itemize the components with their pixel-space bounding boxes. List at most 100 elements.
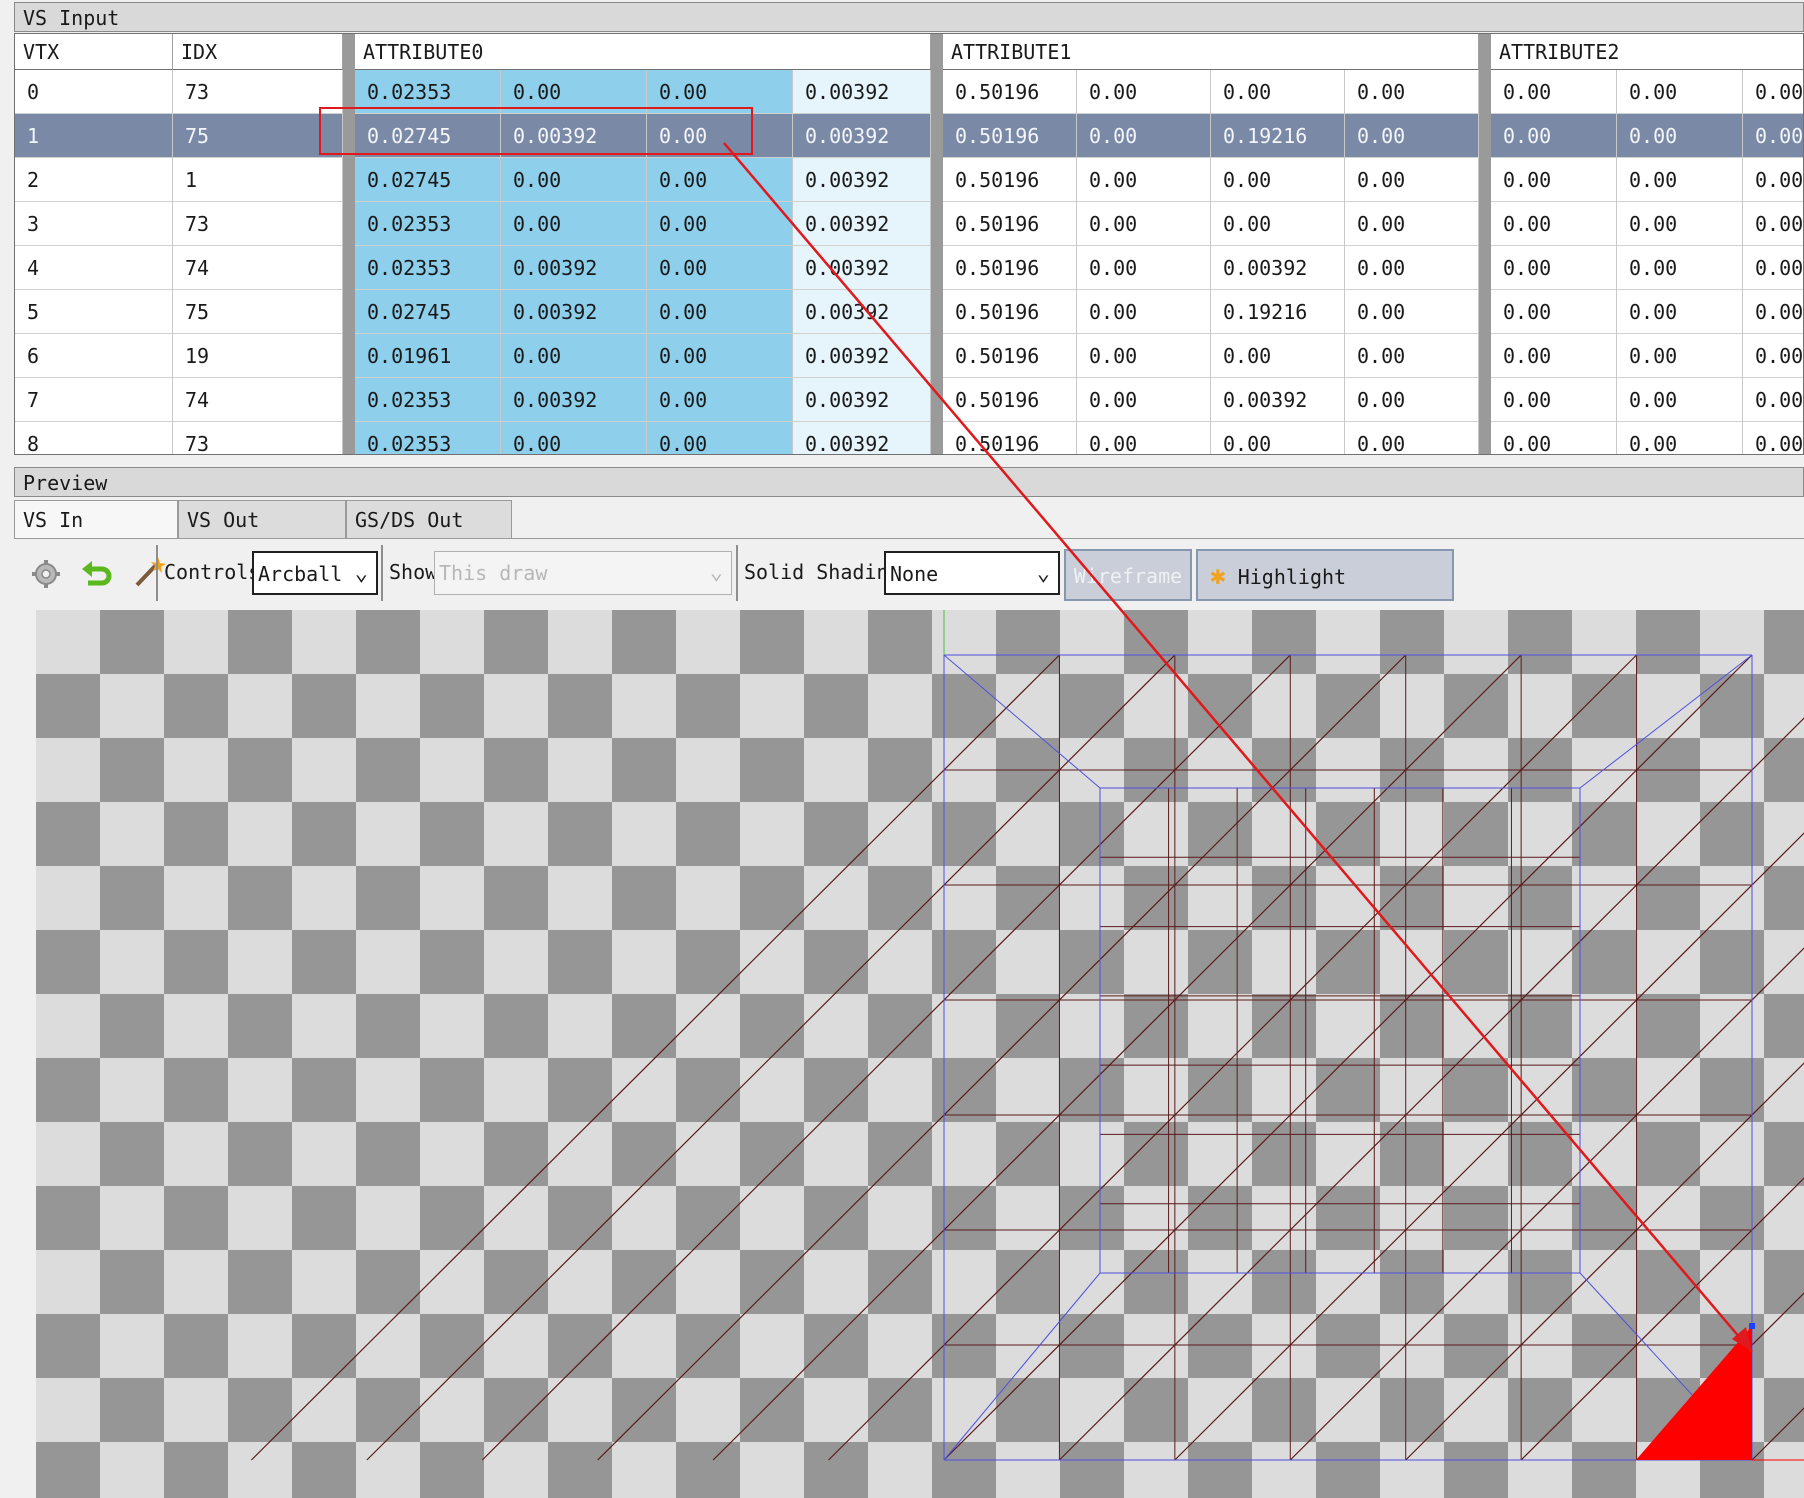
reset-view-icon[interactable] [80,557,114,589]
table-cell[interactable]: 73 [173,70,343,114]
table-cell[interactable]: 74 [173,378,343,422]
table-cell[interactable]: 0.00 [647,334,793,378]
table-cell[interactable]: 0.00 [1491,334,1617,378]
table-row[interactable]: 4 74 0.02353 0.00392 0.00 0.00392 0.50196 0.00 0… [15,246,1803,290]
table-cell[interactable]: 0.00 [501,334,647,378]
table-cell[interactable]: 0.00 [1077,290,1211,334]
vs-input-grid[interactable]: VTX IDX ATTRIBUTE0 ATTRIBUTE1 ATTRIBUTE2 0 73 0… [14,33,1804,455]
table-cell[interactable]: 6 [15,334,173,378]
table-cell[interactable]: 0.00 [501,422,647,454]
table-cell[interactable]: 0.00 [1743,70,1803,114]
table-cell[interactable]: 0.00392 [793,422,931,454]
table-cell[interactable]: 0.00 [1345,246,1479,290]
tab-vs-in[interactable]: VS In [14,500,178,540]
table-cell[interactable]: 0.00 [1491,158,1617,202]
table-cell[interactable]: 0.00 [1743,290,1803,334]
table-cell[interactable]: 5 [15,290,173,334]
table-cell[interactable]: 0.00392 [793,70,931,114]
table-cell[interactable]: 0.00392 [501,114,647,158]
table-cell[interactable]: 8 [15,422,173,454]
table-cell[interactable]: 0.00 [501,202,647,246]
table-cell[interactable]: 0.00 [1617,334,1743,378]
table-cell[interactable]: 0.00 [647,378,793,422]
table-cell[interactable]: 1 [15,114,173,158]
table-cell[interactable]: 0.00 [1743,202,1803,246]
table-cell[interactable]: 0.00 [501,158,647,202]
wireframe-button[interactable]: Wireframe [1064,549,1192,601]
table-cell[interactable]: 0.50196 [943,158,1077,202]
table-row[interactable]: 7 74 0.02353 0.00392 0.00 0.00392 0.50196 0.00 0… [15,378,1803,422]
table-cell[interactable]: 0.00 [647,202,793,246]
column-header-attr0[interactable]: ATTRIBUTE0 [355,34,931,70]
controls-select[interactable]: Arcball ⌄ [252,551,378,595]
table-cell[interactable]: 0.50196 [943,422,1077,454]
table-cell[interactable]: 0.00 [1617,70,1743,114]
table-cell[interactable]: 0 [15,70,173,114]
table-cell[interactable]: 0.00 [647,114,793,158]
table-cell[interactable]: 0.00 [1491,70,1617,114]
table-cell[interactable]: 0.02745 [355,290,501,334]
table-cell[interactable]: 0.00392 [501,378,647,422]
table-cell[interactable]: 0.00392 [793,158,931,202]
table-cell[interactable]: 0.00 [1077,114,1211,158]
table-cell[interactable]: 0.00 [1077,202,1211,246]
table-cell[interactable]: 0.02353 [355,422,501,454]
table-cell[interactable]: 0.00 [1617,114,1743,158]
table-row[interactable]: 8 73 0.02353 0.00 0.00 0.00392 0.50196 0.00 0.00… [15,422,1803,454]
table-cell[interactable]: 0.50196 [943,114,1077,158]
preview-viewport[interactable] [36,610,1804,1498]
column-header-attr1[interactable]: ATTRIBUTE1 [943,34,1479,70]
table-cell[interactable]: 0.00392 [793,378,931,422]
table-cell[interactable]: 19 [173,334,343,378]
column-header-vtx[interactable]: VTX [15,34,173,70]
table-cell[interactable]: 0.00 [1345,202,1479,246]
table-cell[interactable]: 0.01961 [355,334,501,378]
tab-vs-out[interactable]: VS Out [178,500,346,538]
table-cell[interactable]: 0.00 [1617,246,1743,290]
table-cell[interactable]: 0.00 [1077,70,1211,114]
table-cell[interactable]: 0.00 [647,158,793,202]
table-row[interactable]: 5 75 0.02745 0.00392 0.00 0.00392 0.50196 0.00 0… [15,290,1803,334]
table-cell[interactable]: 0.00 [1345,70,1479,114]
table-cell[interactable]: 0.00 [647,70,793,114]
table-cell[interactable]: 0.00 [1617,290,1743,334]
table-cell[interactable]: 75 [173,114,343,158]
table-cell[interactable]: 0.00 [1617,378,1743,422]
highlight-vertices-button[interactable]: ✱ Highlight Vertices [1196,549,1454,639]
table-cell[interactable]: 0.02353 [355,202,501,246]
gear-icon[interactable] [30,559,62,589]
table-cell[interactable]: 74 [173,246,343,290]
table-row[interactable]: 3 73 0.02353 0.00 0.00 0.00392 0.50196 0.00 0.00… [15,202,1803,246]
table-cell[interactable]: 0.02745 [355,158,501,202]
table-cell[interactable]: 0.00 [1743,422,1803,454]
table-cell[interactable]: 0.00392 [1211,246,1345,290]
table-cell[interactable]: 0.00 [1491,202,1617,246]
table-cell[interactable]: 0.00392 [793,246,931,290]
table-cell[interactable]: 0.00 [1077,334,1211,378]
table-cell[interactable]: 0.00 [1743,334,1803,378]
table-cell[interactable]: 1 [173,158,343,202]
table-cell[interactable]: 0.02745 [355,114,501,158]
table-cell[interactable]: 0.19216 [1211,290,1345,334]
table-cell[interactable]: 0.00 [1743,246,1803,290]
table-cell[interactable]: 0.00 [1345,334,1479,378]
table-cell[interactable]: 0.00392 [501,246,647,290]
show-select[interactable]: This draw ⌄ [434,551,732,595]
table-cell[interactable]: 0.00 [1077,422,1211,454]
table-cell[interactable]: 0.50196 [943,246,1077,290]
table-cell[interactable]: 0.50196 [943,202,1077,246]
table-cell[interactable]: 0.00 [501,70,647,114]
table-row[interactable]: 0 73 0.02353 0.00 0.00 0.00392 0.50196 0.00 0.00… [15,70,1803,114]
table-cell[interactable]: 0.02353 [355,378,501,422]
table-cell[interactable]: 0.00 [1211,422,1345,454]
table-cell[interactable]: 75 [173,290,343,334]
table-cell[interactable]: 7 [15,378,173,422]
table-cell[interactable]: 0.00 [647,246,793,290]
table-cell[interactable]: 0.00 [1345,422,1479,454]
table-row[interactable]: 1 75 0.02745 0.00392 0.00 0.00392 0.50196 0.00 0… [15,114,1803,158]
table-cell[interactable]: 0.00 [1491,378,1617,422]
table-cell[interactable]: 0.00392 [793,290,931,334]
table-cell[interactable]: 0.00 [1491,114,1617,158]
table-cell[interactable]: 0.00 [647,422,793,454]
table-cell[interactable]: 0.50196 [943,334,1077,378]
